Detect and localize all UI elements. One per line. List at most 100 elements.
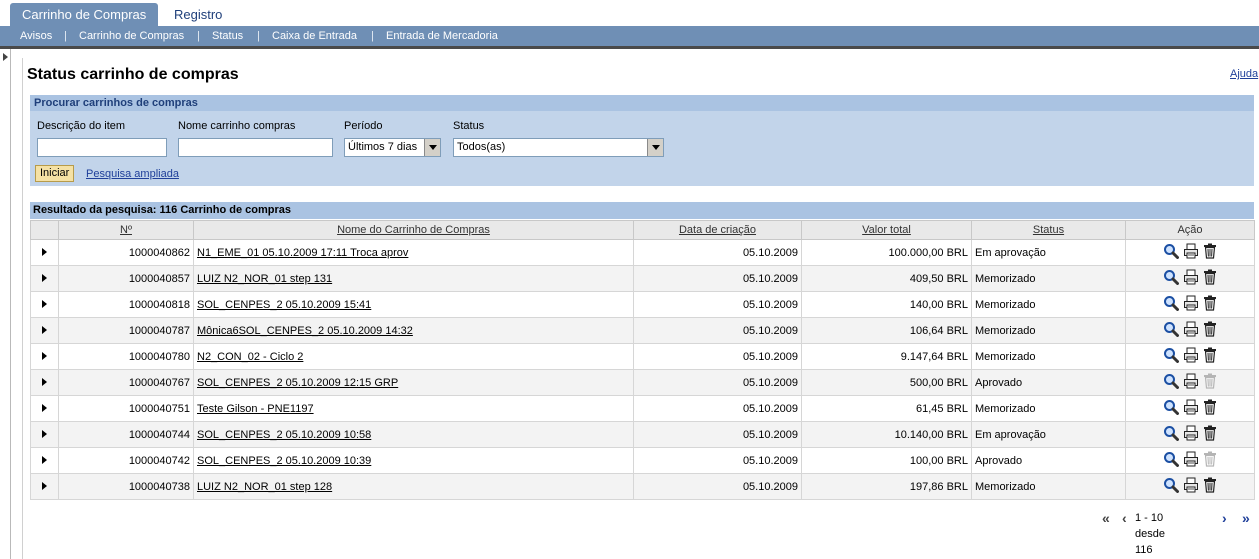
total-value: 197,86 BRL [801,473,972,500]
cart-name-link[interactable]: Mônica6SOL_CENPES_2 05.10.2009 14:32 [197,325,413,337]
first-page-button[interactable]: « [1102,510,1110,526]
row-actions [1125,343,1255,370]
printer-icon[interactable] [1183,243,1199,262]
magnifier-icon[interactable] [1163,321,1179,340]
results-title: Resultado da pesquisa: 116 Carrinho de c… [30,202,1254,219]
printer-icon[interactable] [1183,269,1199,288]
cart-name-link[interactable]: Teste Gilson - PNE1197 [197,403,314,415]
printer-icon[interactable] [1183,399,1199,418]
printer-icon[interactable] [1183,451,1199,470]
expand-row-icon[interactable] [42,377,47,386]
magnifier-icon[interactable] [1163,347,1179,366]
trash-icon[interactable] [1203,477,1217,496]
trash-icon[interactable] [1203,347,1217,366]
page-title: Status carrinho de compras [27,66,239,83]
expand-row-icon[interactable] [42,403,47,412]
cart-name-link[interactable]: SOL_CENPES_2 05.10.2009 10:58 [197,429,371,441]
period-select-value: Últimos 7 dias [348,141,418,153]
total-value: 106,64 BRL [801,317,972,344]
expand-row-icon[interactable] [42,247,47,256]
magnifier-icon[interactable] [1163,477,1179,496]
row-expand-cell [30,291,59,318]
trash-icon[interactable] [1203,321,1217,340]
printer-icon[interactable] [1183,373,1199,392]
subnav-item-carrinho-de-compras[interactable]: Carrinho de Compras [79,26,184,46]
tab-registro[interactable]: Registro [162,3,234,26]
printer-icon[interactable] [1183,321,1199,340]
trash-icon[interactable] [1203,295,1217,314]
expand-row-icon[interactable] [42,455,47,464]
advanced-search-link[interactable]: Pesquisa ampliada [86,168,179,180]
row-actions [1125,395,1255,422]
divider-bar [0,46,1259,49]
trash-icon[interactable] [1203,425,1217,444]
magnifier-icon[interactable] [1163,373,1179,392]
start-search-button[interactable]: Iniciar [35,165,75,182]
row-actions [1125,369,1255,396]
period-label: Período [344,120,383,132]
previous-page-button[interactable]: ‹ [1122,510,1127,526]
table-row: 1000040857 LUIZ N2_NOR_01 step 131 05.10.2… [30,265,1255,292]
magnifier-icon[interactable] [1163,269,1179,288]
table-row: 1000040862 N1_EME_01 05.10.2009 17:11 Tro… [30,239,1255,266]
tab-carrinho-de-compras[interactable]: Carrinho de Compras [10,3,159,26]
creation-date: 05.10.2009 [633,317,802,344]
chevron-down-icon[interactable] [424,139,440,156]
expand-row-icon[interactable] [42,325,47,334]
trash-icon [1203,451,1217,470]
cart-name-link[interactable]: N2_CON_02 - Ciclo 2 [197,351,303,363]
magnifier-icon[interactable] [1163,399,1179,418]
expand-row-icon[interactable] [42,273,47,282]
cart-name-link[interactable]: N1_EME_01 05.10.2009 17:11 Troca aprov [197,247,408,259]
help-link[interactable]: Ajuda [1230,68,1258,80]
column-header-cart-name[interactable]: Nome do Carrinho de Compras [193,220,634,240]
trash-icon[interactable] [1203,399,1217,418]
cart-name-cell: Mônica6SOL_CENPES_2 05.10.2009 14:32 [193,317,634,344]
magnifier-icon[interactable] [1163,451,1179,470]
cart-name-link[interactable]: LUIZ N2_NOR_01 step 131 [197,273,332,285]
expand-row-icon[interactable] [42,351,47,360]
trash-icon[interactable] [1203,243,1217,262]
cart-name-link[interactable]: SOL_CENPES_2 05.10.2009 10:39 [197,455,371,467]
magnifier-icon[interactable] [1163,295,1179,314]
expand-row-icon[interactable] [42,481,47,490]
cart-name-link[interactable]: SOL_CENPES_2 05.10.2009 15:41 [197,299,371,311]
magnifier-icon[interactable] [1163,425,1179,444]
expand-arrow-icon[interactable] [3,53,8,61]
subnav-item-caixa-de-entrada[interactable]: Caixa de Entrada [272,26,357,46]
cart-name-input[interactable] [178,138,333,157]
column-header-status[interactable]: Status [971,220,1126,240]
magnifier-icon[interactable] [1163,243,1179,262]
column-header-action: Ação [1125,220,1255,240]
subnav-item-status[interactable]: Status [212,26,243,46]
status-select[interactable]: Todos(as) [453,138,664,157]
expand-row-icon[interactable] [42,429,47,438]
chevron-down-icon[interactable] [647,139,663,156]
trash-icon[interactable] [1203,269,1217,288]
cart-name-link[interactable]: SOL_CENPES_2 05.10.2009 12:15 GRP [197,377,398,389]
expand-row-icon[interactable] [42,299,47,308]
cart-number: 1000040787 [58,317,194,344]
subnav-item-avisos[interactable]: Avisos [20,26,52,46]
printer-icon[interactable] [1183,477,1199,496]
printer-icon[interactable] [1183,347,1199,366]
total-value: 409,50 BRL [801,265,972,292]
column-header-number[interactable]: Nº [58,220,194,240]
row-actions [1125,265,1255,292]
cart-number: 1000040742 [58,447,194,474]
printer-icon[interactable] [1183,295,1199,314]
period-select[interactable]: Últimos 7 dias [344,138,441,157]
printer-icon[interactable] [1183,425,1199,444]
side-panel-toggle[interactable] [0,49,11,559]
cart-name-cell: SOL_CENPES_2 05.10.2009 15:41 [193,291,634,318]
next-page-button[interactable]: › [1222,510,1227,526]
creation-date: 05.10.2009 [633,343,802,370]
column-header-total-value[interactable]: Valor total [801,220,972,240]
search-panel-title: Procurar carrinhos de compras [30,95,1254,111]
description-input[interactable] [37,138,167,157]
cart-name-link[interactable]: LUIZ N2_NOR_01 step 128 [197,481,332,493]
cart-name-cell: N2_CON_02 - Ciclo 2 [193,343,634,370]
column-header-creation-date[interactable]: Data de criação [633,220,802,240]
subnav-item-entrada-de-mercadoria[interactable]: Entrada de Mercadoria [386,26,498,46]
last-page-button[interactable]: » [1242,510,1250,526]
